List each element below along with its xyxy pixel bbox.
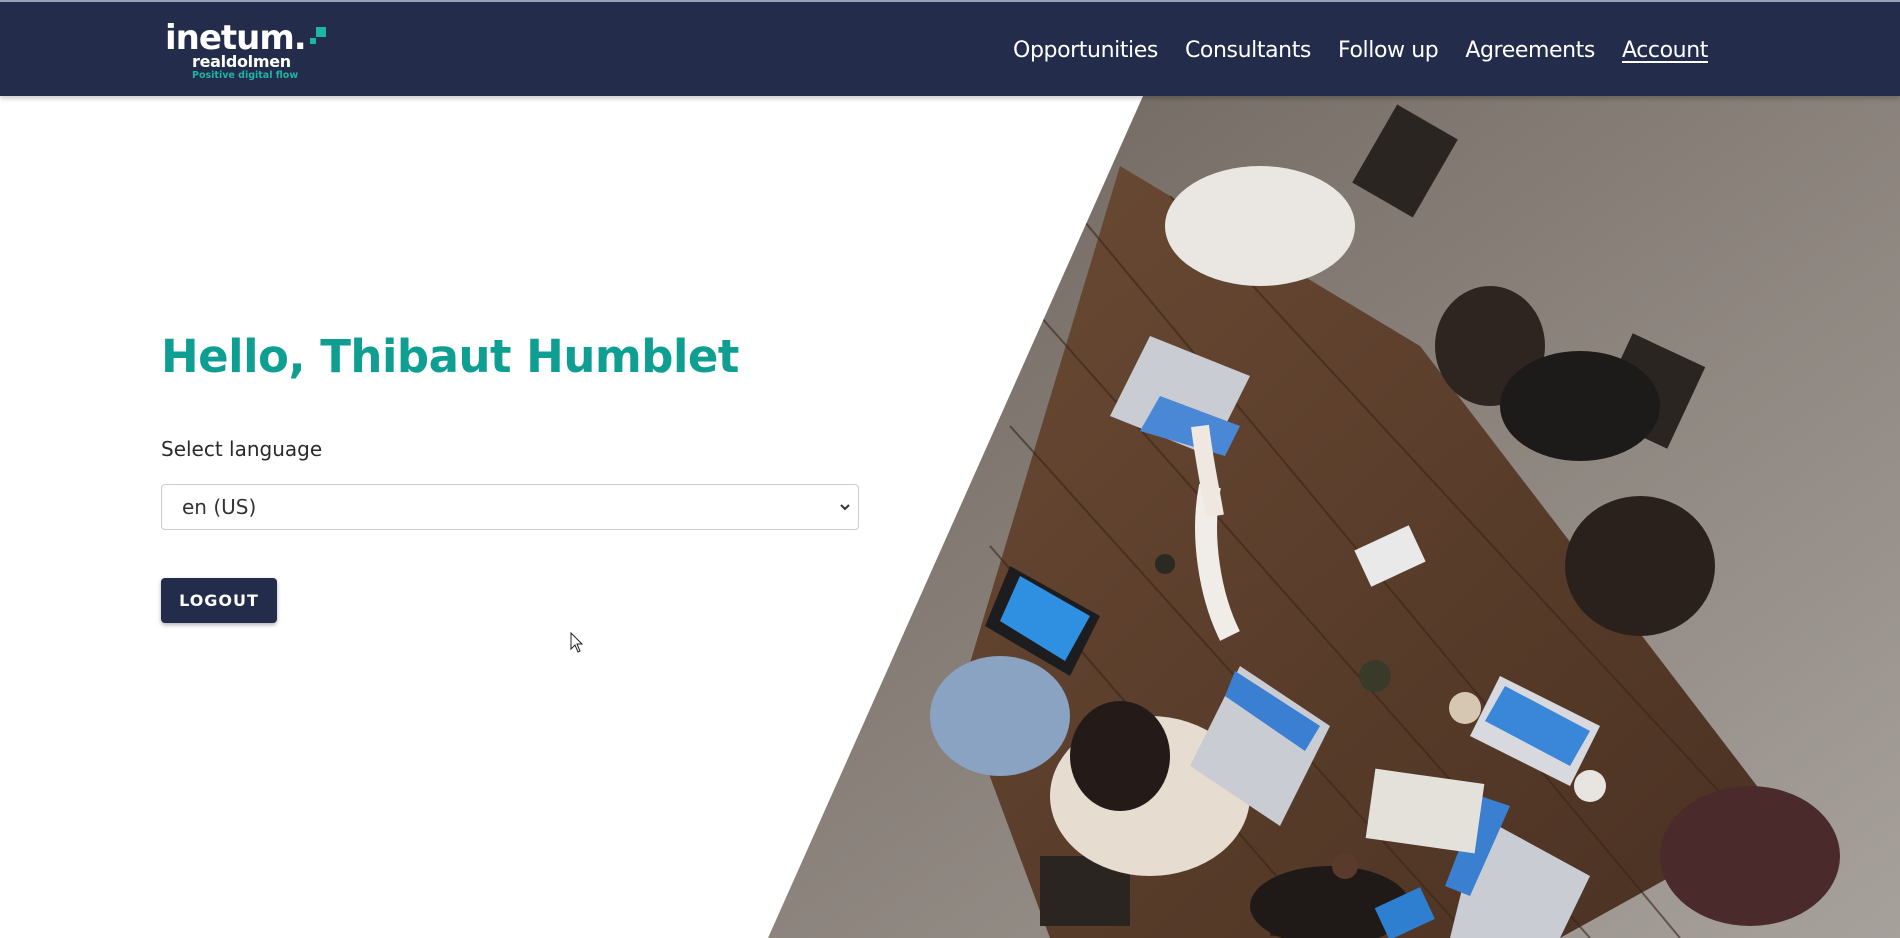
chevron-down-icon	[840, 504, 850, 511]
main-nav: Opportunities Consultants Follow up Agre…	[1013, 2, 1708, 98]
language-label: Select language	[161, 437, 323, 461]
logo-mark-icon	[310, 27, 326, 44]
logout-button[interactable]: LOGOUT	[161, 578, 277, 623]
greeting-heading: Hello, Thibaut Humblet	[161, 330, 739, 383]
nav-agreements[interactable]: Agreements	[1465, 38, 1595, 63]
inetum-realdolmen-logo[interactable]: inetum. realdolmen Positive digital flow	[165, 20, 335, 82]
nav-account[interactable]: Account	[1622, 38, 1708, 63]
top-navbar: inetum. realdolmen Positive digital flow…	[0, 0, 1900, 96]
logo-tagline: Positive digital flow	[192, 70, 299, 81]
mouse-pointer-icon	[570, 632, 584, 653]
nav-consultants[interactable]: Consultants	[1185, 38, 1311, 63]
logo-brand: inetum.	[165, 18, 307, 58]
language-select-value: en (US)	[182, 495, 257, 519]
nav-follow-up[interactable]: Follow up	[1338, 38, 1439, 63]
logo-sub: realdolmen	[192, 52, 291, 71]
language-select[interactable]: en (US)	[161, 484, 859, 530]
account-panel: Hello, Thibaut Humblet Select language e…	[161, 330, 861, 623]
nav-opportunities[interactable]: Opportunities	[1013, 38, 1158, 63]
